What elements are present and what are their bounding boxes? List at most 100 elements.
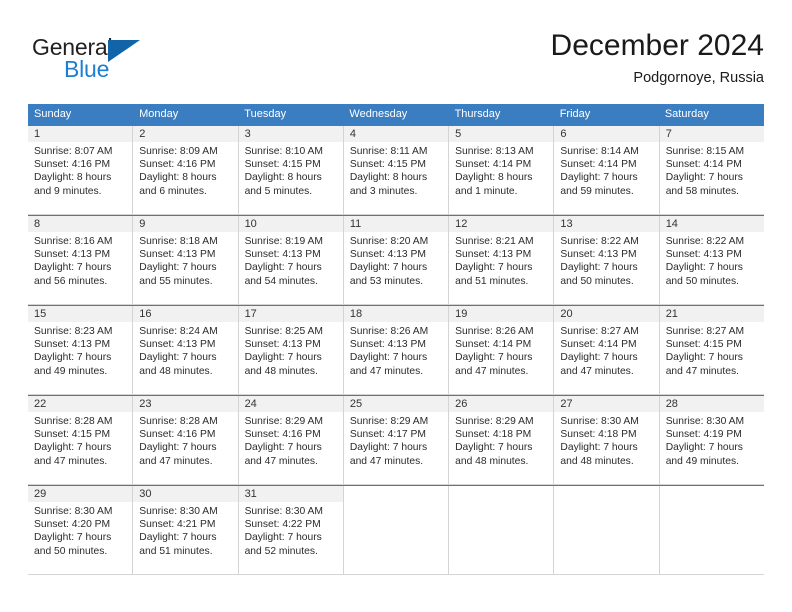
day-cell[interactable]: 17 Sunrise: 8:25 AM Sunset: 4:13 PM Dayl… [238,306,344,395]
sunrise-text: Sunrise: 8:23 AM [34,326,113,337]
sunset-text: Sunset: 4:14 PM [455,159,532,171]
day-cell[interactable]: 22 Sunrise: 8:28 AM Sunset: 4:15 PM Dayl… [28,396,134,485]
daylight-text-line1: Daylight: 7 hours [560,352,638,364]
daylight-text-line2: and 56 minutes. [34,275,108,287]
day-number: 25 [343,396,449,412]
day-info: Sunrise: 8:29 AM Sunset: 4:16 PM Dayligh… [239,412,343,468]
day-cell[interactable]: 21 Sunrise: 8:27 AM Sunset: 4:15 PM Dayl… [659,306,764,395]
day-cell[interactable]: 28 Sunrise: 8:30 AM Sunset: 4:19 PM Dayl… [659,396,764,485]
day-cell[interactable]: 14 Sunrise: 8:22 AM Sunset: 4:13 PM Dayl… [659,216,764,305]
sunrise-text: Sunrise: 8:16 AM [34,236,113,247]
daylight-text-line1: Daylight: 7 hours [455,352,533,364]
weekday-sunday: Sunday [34,108,72,120]
day-cell[interactable]: 9 Sunrise: 8:18 AM Sunset: 4:13 PM Dayli… [133,216,239,305]
sunrise-text: Sunrise: 8:21 AM [455,236,534,247]
day-cell[interactable]: 13 Sunrise: 8:22 AM Sunset: 4:13 PM Dayl… [554,216,660,305]
day-number: 28 [659,396,764,412]
daylight-text-line1: Daylight: 7 hours [665,352,743,364]
sunrise-text: Sunrise: 8:30 AM [34,506,113,517]
day-cell[interactable]: 20 Sunrise: 8:27 AM Sunset: 4:14 PM Dayl… [554,306,660,395]
day-cell[interactable]: 19 Sunrise: 8:26 AM Sunset: 4:14 PM Dayl… [449,306,555,395]
day-number [449,486,554,502]
day-cell-empty [554,486,660,575]
day-cell[interactable]: 29 Sunrise: 8:30 AM Sunset: 4:20 PM Dayl… [28,486,134,575]
page-title: December 2024 [550,29,764,62]
daylight-text-line1: Daylight: 7 hours [34,262,112,274]
weekday-wednesday: Wednesday [349,108,408,120]
week-row: 15 Sunrise: 8:23 AM Sunset: 4:13 PM Dayl… [28,305,764,395]
daylight-text-line1: Daylight: 7 hours [665,442,743,454]
day-cell[interactable]: 27 Sunrise: 8:30 AM Sunset: 4:18 PM Dayl… [554,396,660,485]
day-cell[interactable]: 18 Sunrise: 8:26 AM Sunset: 4:13 PM Dayl… [343,306,450,395]
day-number: 22 [28,396,133,412]
day-info: Sunrise: 8:30 AM Sunset: 4:22 PM Dayligh… [239,502,343,558]
day-info: Sunrise: 8:09 AM Sunset: 4:16 PM Dayligh… [133,142,237,198]
day-cell[interactable]: 16 Sunrise: 8:24 AM Sunset: 4:13 PM Dayl… [133,306,239,395]
day-cell[interactable]: 3 Sunrise: 8:10 AM Sunset: 4:15 PM Dayli… [238,126,344,215]
day-number: 17 [238,306,343,322]
day-info: Sunrise: 8:07 AM Sunset: 4:16 PM Dayligh… [28,142,132,198]
sunset-text: Sunset: 4:18 PM [455,429,532,441]
sunrise-text: Sunrise: 8:29 AM [455,416,534,427]
sunset-text: Sunset: 4:13 PM [244,339,321,351]
day-number: 5 [449,126,554,142]
day-cell[interactable]: 25 Sunrise: 8:29 AM Sunset: 4:17 PM Dayl… [343,396,450,485]
day-cell[interactable]: 12 Sunrise: 8:21 AM Sunset: 4:13 PM Dayl… [449,216,555,305]
day-number: 21 [659,306,764,322]
day-number: 6 [554,126,659,142]
day-cell[interactable]: 26 Sunrise: 8:29 AM Sunset: 4:18 PM Dayl… [449,396,555,485]
title-block: December 2024 Podgornoye, Russia [551,28,764,88]
day-number: 3 [238,126,343,142]
day-number: 27 [554,396,659,412]
daylight-text-line1: Daylight: 7 hours [244,262,322,274]
sunset-text: Sunset: 4:15 PM [244,159,321,171]
day-cell[interactable]: 7 Sunrise: 8:15 AM Sunset: 4:14 PM Dayli… [659,126,764,215]
sunset-text: Sunset: 4:13 PM [455,249,532,261]
day-number [343,486,449,502]
day-number: 20 [554,306,659,322]
day-info: Sunrise: 8:28 AM Sunset: 4:16 PM Dayligh… [133,412,237,468]
sunrise-text: Sunrise: 8:28 AM [139,416,218,427]
day-info: Sunrise: 8:30 AM Sunset: 4:20 PM Dayligh… [28,502,132,558]
day-info: Sunrise: 8:26 AM Sunset: 4:13 PM Dayligh… [344,322,448,378]
daylight-text-line2: and 47 minutes. [665,365,739,377]
daylight-text-line2: and 50 minutes. [34,545,108,557]
daylight-text-line1: Daylight: 7 hours [560,262,638,274]
day-number [659,486,764,502]
day-cell[interactable]: 2 Sunrise: 8:09 AM Sunset: 4:16 PM Dayli… [133,126,239,215]
day-info: Sunrise: 8:27 AM Sunset: 4:14 PM Dayligh… [554,322,658,378]
daylight-text-line2: and 1 minute. [455,185,518,197]
day-cell[interactable]: 10 Sunrise: 8:19 AM Sunset: 4:13 PM Dayl… [238,216,344,305]
sunset-text: Sunset: 4:13 PM [349,249,426,261]
daylight-text-line1: Daylight: 7 hours [139,352,217,364]
day-info: Sunrise: 8:28 AM Sunset: 4:15 PM Dayligh… [28,412,132,468]
sunrise-text: Sunrise: 8:07 AM [34,146,113,157]
day-cell[interactable]: 31 Sunrise: 8:30 AM Sunset: 4:22 PM Dayl… [238,486,344,575]
day-cell[interactable]: 23 Sunrise: 8:28 AM Sunset: 4:16 PM Dayl… [133,396,239,485]
day-cell[interactable]: 4 Sunrise: 8:11 AM Sunset: 4:15 PM Dayli… [343,126,450,215]
sunset-text: Sunset: 4:13 PM [34,249,111,261]
day-info: Sunrise: 8:20 AM Sunset: 4:13 PM Dayligh… [344,232,448,288]
day-cell[interactable]: 30 Sunrise: 8:30 AM Sunset: 4:21 PM Dayl… [133,486,239,575]
day-cell[interactable]: 8 Sunrise: 8:16 AM Sunset: 4:13 PM Dayli… [28,216,134,305]
daylight-text-line2: and 48 minutes. [139,365,213,377]
day-info: Sunrise: 8:22 AM Sunset: 4:13 PM Dayligh… [660,232,764,288]
day-cell[interactable]: 6 Sunrise: 8:14 AM Sunset: 4:14 PM Dayli… [554,126,660,215]
day-info: Sunrise: 8:29 AM Sunset: 4:17 PM Dayligh… [344,412,448,468]
week-row: 1 Sunrise: 8:07 AM Sunset: 4:16 PM Dayli… [28,125,764,215]
sunrise-text: Sunrise: 8:29 AM [349,416,429,427]
day-cell[interactable]: 1 Sunrise: 8:07 AM Sunset: 4:16 PM Dayli… [28,126,134,215]
sunset-text: Sunset: 4:13 PM [665,249,742,261]
day-cell[interactable]: 15 Sunrise: 8:23 AM Sunset: 4:13 PM Dayl… [28,306,134,395]
day-cell[interactable]: 11 Sunrise: 8:20 AM Sunset: 4:13 PM Dayl… [343,216,450,305]
day-cell[interactable]: 5 Sunrise: 8:13 AM Sunset: 4:14 PM Dayli… [449,126,555,215]
daylight-text-line1: Daylight: 7 hours [139,442,217,454]
day-cell[interactable]: 24 Sunrise: 8:29 AM Sunset: 4:16 PM Dayl… [238,396,344,485]
weekday-header-row: Sunday Monday Tuesday Wednesday Thursday… [28,104,764,125]
daylight-text-line1: Daylight: 7 hours [349,352,428,364]
sunset-text: Sunset: 4:20 PM [34,519,111,531]
generalblue-logo[interactable]: General Blue [32,34,162,88]
day-info: Sunrise: 8:26 AM Sunset: 4:14 PM Dayligh… [449,322,553,378]
sunset-text: Sunset: 4:13 PM [139,339,216,351]
day-number: 14 [659,216,764,232]
